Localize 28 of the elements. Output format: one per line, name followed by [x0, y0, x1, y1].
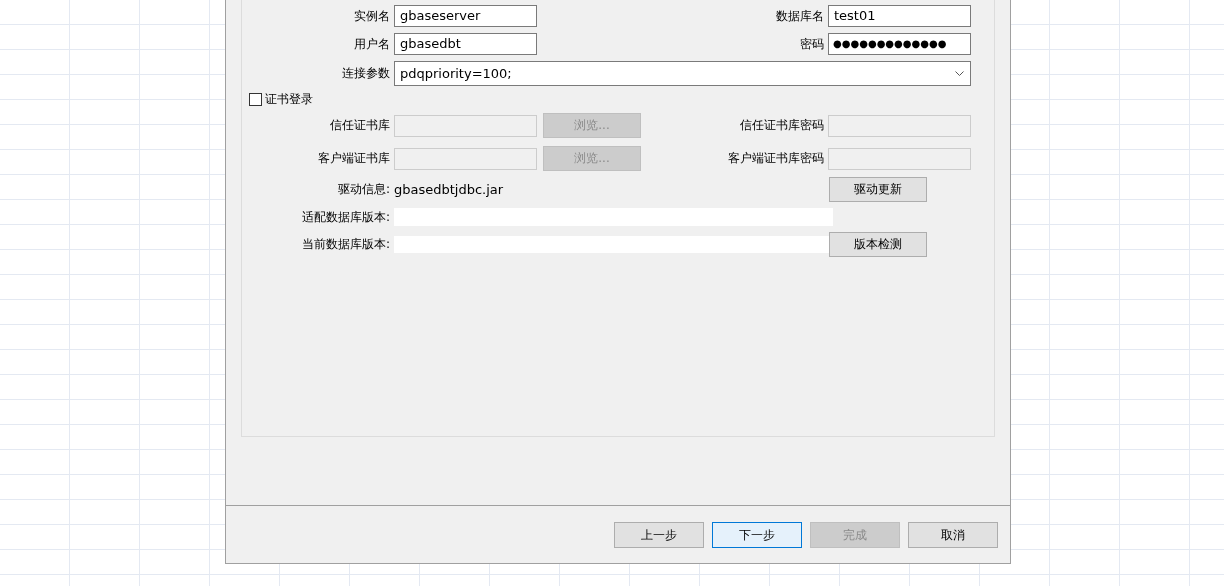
field-label: 客户端证书库	[318, 150, 391, 167]
field-label: 驱动信息:	[337, 181, 391, 198]
field-label: 客户端证书库密码	[728, 150, 825, 167]
input-field[interactable]: ●●●●●●●●●●●●●	[828, 33, 971, 55]
field-label: 当前数据库版本:	[301, 236, 391, 253]
field-label: 实例名	[354, 7, 391, 25]
dialog-button[interactable]: 上一步	[614, 522, 704, 548]
input-field[interactable]	[828, 114, 971, 137]
input-field[interactable]: gbaseserver	[394, 5, 537, 27]
dropdown-field[interactable]: pdqpriority=100;	[394, 60, 971, 86]
driver-value: gbasedbtjdbc.jar	[394, 182, 505, 197]
field-label: 密码	[800, 35, 825, 53]
field-label: 连接参数	[342, 64, 391, 82]
input-field[interactable]: gbasedbt	[394, 33, 537, 55]
checkbox[interactable]	[249, 92, 262, 106]
dialog-button[interactable]: 下一步	[712, 522, 802, 548]
field-label: 适配数据库版本:	[301, 208, 391, 226]
chevron-down-icon	[955, 70, 964, 76]
field-label: 信任证书库	[330, 117, 391, 134]
checkbox-label: 证书登录	[265, 90, 313, 108]
dialog-button[interactable]: 取消	[908, 522, 998, 548]
field-label: 数据库名	[776, 7, 825, 25]
update-button[interactable]: 驱动更新	[829, 177, 927, 202]
field-label: 用户名	[354, 35, 391, 53]
input-field[interactable]: test01	[828, 5, 971, 27]
field-label: 信任证书库密码	[740, 117, 825, 134]
check-button[interactable]: 版本检测	[829, 232, 927, 257]
input-field[interactable]	[828, 147, 971, 170]
